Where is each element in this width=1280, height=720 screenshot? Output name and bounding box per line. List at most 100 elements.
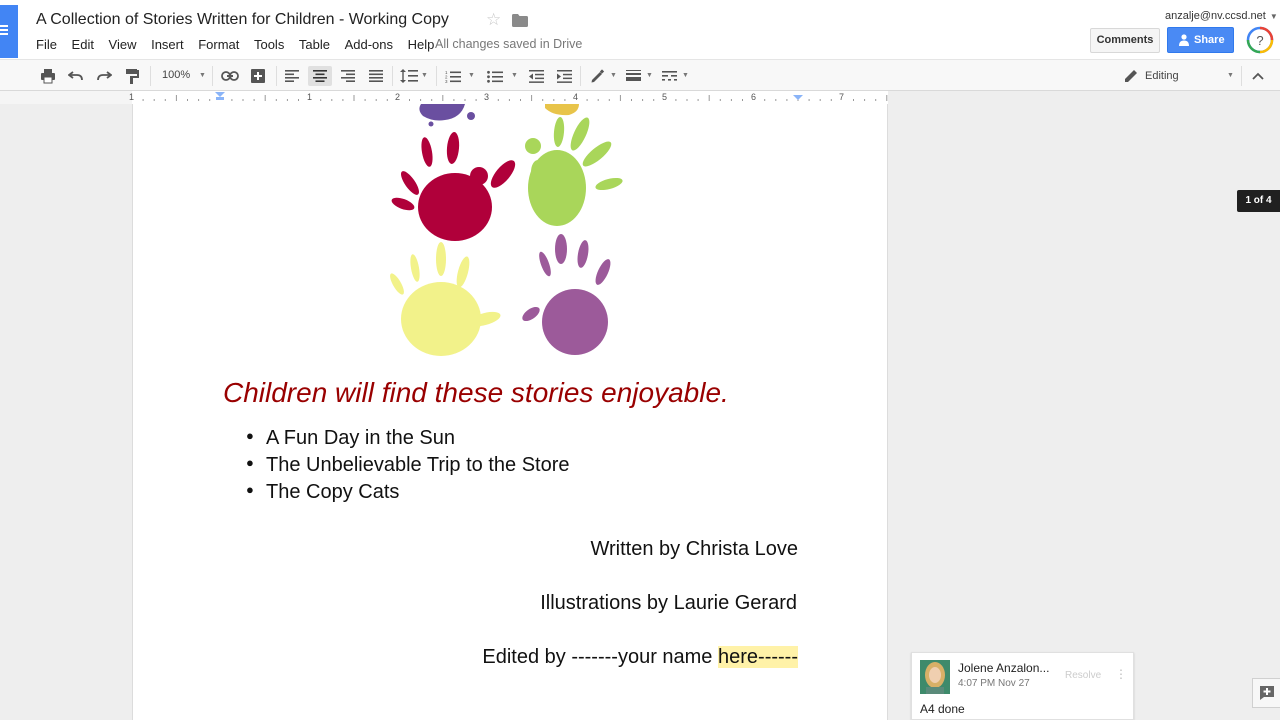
list-item[interactable]: The Copy Cats <box>246 481 570 508</box>
ruler-number: 1 <box>129 92 135 102</box>
author-credit[interactable]: Written by Christa Love <box>591 538 799 561</box>
purple-handprint-top <box>419 104 475 127</box>
align-left-icon[interactable] <box>282 66 302 86</box>
paint-format-icon[interactable] <box>122 66 142 86</box>
share-label: Share <box>1194 34 1225 46</box>
pencil-icon <box>1125 70 1137 82</box>
list-item[interactable]: The Unbelievable Trip to the Store <box>246 454 570 481</box>
yellow-handprint <box>390 242 501 356</box>
handprints-image[interactable] <box>383 104 643 364</box>
ruler-track <box>132 91 888 104</box>
redo-icon[interactable] <box>94 66 114 86</box>
ruler-ticks <box>142 92 888 101</box>
document-title[interactable]: A Collection of Stories Written for Chil… <box>36 11 449 29</box>
align-center-icon[interactable] <box>308 66 332 86</box>
document-canvas[interactable]: Children will find these stories enjoyab… <box>0 104 1280 720</box>
toolbar-divider <box>1241 66 1242 86</box>
left-indent-marker-icon <box>215 92 225 97</box>
comments-button[interactable]: Comments <box>1090 28 1160 53</box>
right-indent-marker-icon <box>793 95 803 100</box>
illustrator-credit[interactable]: Illustrations by Laurie Gerard <box>540 592 797 615</box>
yellow-handprint-top <box>545 104 579 116</box>
menu-format[interactable]: Format <box>198 37 239 52</box>
menu-view[interactable]: View <box>109 37 137 52</box>
header-bar: A Collection of Stories Written for Chil… <box>0 0 1280 59</box>
help-icon[interactable]: ? <box>1246 26 1274 54</box>
ruler-number: 1 <box>307 92 313 102</box>
caret-down-icon: ▼ <box>1269 12 1278 21</box>
line-weight-icon[interactable] <box>622 66 644 86</box>
line-dash-dropdown-icon[interactable]: ▼ <box>682 72 689 79</box>
align-right-icon[interactable] <box>338 66 358 86</box>
highlighted-text: here------ <box>718 646 798 668</box>
share-button[interactable]: Share <box>1167 27 1234 53</box>
numbered-list-icon[interactable]: 123 <box>442 66 464 86</box>
toolbar-divider <box>580 66 581 86</box>
line-spacing-dropdown-icon[interactable]: ▼ <box>421 72 428 79</box>
pen-dropdown-icon[interactable]: ▼ <box>610 72 617 79</box>
menu-insert[interactable]: Insert <box>151 37 184 52</box>
resolve-button[interactable]: Resolve <box>1065 670 1101 681</box>
link-icon[interactable] <box>220 66 240 86</box>
editor-credit[interactable]: Edited by -------your name here------ <box>482 646 798 669</box>
toolbar-divider <box>436 66 437 86</box>
line-spacing-icon[interactable] <box>398 66 420 86</box>
horizontal-ruler[interactable]: 1 1 2 3 4 5 6 7 <box>0 91 888 104</box>
svg-text:3: 3 <box>445 79 448 83</box>
save-status[interactable]: All changes saved in Drive <box>435 37 582 51</box>
increase-indent-icon[interactable] <box>554 66 574 86</box>
ruler-number: 4 <box>573 92 579 102</box>
toolbar-divider <box>392 66 393 86</box>
menu-tools[interactable]: Tools <box>254 37 284 52</box>
account-email[interactable]: anzalje@nv.ccsd.net ▼ <box>1165 10 1278 22</box>
numbered-list-dropdown-icon[interactable]: ▼ <box>468 72 475 79</box>
green-handprint <box>525 117 623 226</box>
ruler-number: 2 <box>395 92 401 102</box>
undo-icon[interactable] <box>66 66 86 86</box>
toolbar-divider <box>212 66 213 86</box>
editing-mode-dropdown-icon[interactable]: ▼ <box>1227 72 1234 79</box>
add-comment-button[interactable] <box>1252 678 1280 708</box>
docs-home-icon[interactable] <box>0 5 18 58</box>
ruler-number: 7 <box>839 92 845 102</box>
folder-icon[interactable] <box>512 14 528 27</box>
story-list[interactable]: A Fun Day in the Sun The Unbelievable Tr… <box>246 427 570 508</box>
document-headline[interactable]: Children will find these stories enjoyab… <box>223 377 729 409</box>
first-line-indent-marker-icon <box>216 97 224 100</box>
align-justify-icon[interactable] <box>366 66 386 86</box>
list-item[interactable]: A Fun Day in the Sun <box>246 427 570 454</box>
menu-file[interactable]: File <box>36 37 57 52</box>
toolbar-divider <box>276 66 277 86</box>
menu-edit[interactable]: Edit <box>72 37 94 52</box>
red-handprint <box>391 132 516 241</box>
menu-addons[interactable]: Add-ons <box>345 37 393 52</box>
more-vert-icon[interactable]: ⋮ <box>1115 667 1127 681</box>
editing-mode-select[interactable]: Editing <box>1124 68 1179 83</box>
menu-table[interactable]: Table <box>299 37 330 52</box>
ruler-number: 5 <box>662 92 668 102</box>
toolbar-divider <box>150 66 151 86</box>
decrease-indent-icon[interactable] <box>526 66 546 86</box>
menu-help[interactable]: Help <box>408 37 435 52</box>
highlight-pen-icon[interactable] <box>586 66 608 86</box>
insert-comment-icon[interactable] <box>248 66 268 86</box>
editing-mode-label: Editing <box>1145 69 1179 82</box>
line-dash-icon[interactable] <box>658 66 680 86</box>
star-icon[interactable]: ☆ <box>486 10 501 30</box>
account-email-text: anzalje@nv.ccsd.net <box>1165 10 1266 22</box>
zoom-select[interactable]: 100% <box>162 69 190 81</box>
document-page[interactable]: Children will find these stories enjoyab… <box>132 104 888 720</box>
ruler-number: 3 <box>484 92 490 102</box>
collapse-icon[interactable] <box>1248 66 1268 86</box>
comment-card[interactable]: Jolene Anzalon... 4:07 PM Nov 27 Resolve… <box>911 652 1134 720</box>
bulleted-list-icon[interactable] <box>484 66 506 86</box>
avatar <box>920 660 950 694</box>
plum-handprint <box>522 234 611 355</box>
person-icon <box>1179 34 1189 46</box>
line-weight-dropdown-icon[interactable]: ▼ <box>646 72 653 79</box>
bulleted-list-dropdown-icon[interactable]: ▼ <box>511 72 518 79</box>
zoom-dropdown-icon[interactable]: ▼ <box>199 72 206 79</box>
print-icon[interactable] <box>38 66 58 86</box>
comment-timestamp: 4:07 PM Nov 27 <box>958 678 1030 689</box>
ruler-number: 6 <box>751 92 757 102</box>
